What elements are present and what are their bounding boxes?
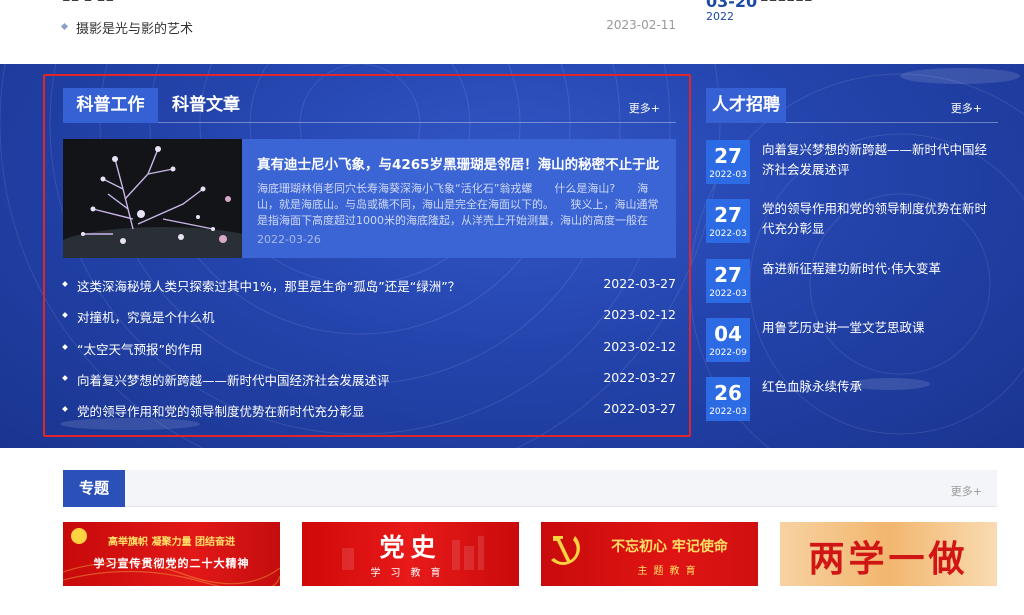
talent-item[interactable]: 27 2022-03 奋进新征程建功新时代·伟大变革 [706, 259, 998, 307]
talent-item-title[interactable]: 党的领导作用和党的领导制度优势在新时代充分彰显 [762, 199, 998, 239]
talent-item[interactable]: 27 2022-03 党的领导作用和党的领导制度优势在新时代充分彰显 [706, 199, 998, 247]
news-item[interactable]: 摄影是光与影的艺术 2023-02-11 [60, 18, 676, 38]
date-day: 27 [714, 263, 742, 287]
date-badge: 27 2022-03 [706, 259, 750, 303]
list-item-title[interactable]: 这类深海秘境人类只探索过其中1%，那里是生命“孤岛”还是“绿洲”？ [77, 276, 460, 295]
list-item[interactable]: “太空天气预报”的作用 2023-02-12 [62, 338, 676, 370]
coral-image [63, 139, 242, 258]
talent-item[interactable]: 26 2022-03 红色血脉永续传承 [706, 377, 998, 425]
prev-news-title[interactable]: ▪▪ ▪ ▪▪ [62, 0, 114, 5]
list-item-title[interactable]: 向着复兴梦想的新跨越——新时代中国经济社会发展述评 [77, 370, 390, 389]
tab-topics[interactable]: 专题 [63, 470, 125, 507]
date-year-month: 2022-03 [709, 170, 747, 180]
tab-science-work[interactable]: 科普工作 [63, 88, 158, 123]
top-news-strip: ▪▪ ▪ ▪▪ 摄影是光与影的艺术 2023-02-11 03-20 2022 … [0, 0, 1024, 64]
topics-header: 专题 更多+ [63, 470, 997, 507]
list-item-date: 2022-03-27 [603, 369, 676, 385]
news-item-title[interactable]: 摄影是光与影的艺术 [76, 18, 193, 37]
banner-two-studies-one-action[interactable]: 两学一做 [780, 522, 997, 586]
banner-decoration [63, 528, 280, 586]
featured-article-image[interactable] [63, 139, 242, 258]
list-item-title[interactable]: 党的领导作用和党的领导制度优势在新时代充分彰显 [77, 401, 365, 420]
date-day: 04 [714, 322, 742, 346]
tab-science-articles[interactable]: 科普文章 [163, 88, 249, 123]
list-item-date: 2022-03-27 [603, 401, 676, 417]
bullet-icon [60, 22, 69, 31]
featured-article[interactable]: 真有迪士尼小飞象，与4265岁黑珊瑚是邻居！海山的秘密不止于此 海底珊瑚林俏老同… [63, 139, 676, 258]
banner-line-1: 两学一做 [808, 538, 969, 580]
talent-item-title[interactable]: 红色血脉永续传承 [762, 377, 998, 397]
talent-item-title[interactable]: 用鲁艺历史讲一堂文艺思政课 [762, 318, 998, 338]
science-article-list: 这类深海秘境人类只探索过其中1%，那里是生命“孤岛”还是“绿洲”？ 2022-0… [62, 276, 676, 432]
featured-article-summary: 海底珊瑚林俏老同穴长寿海葵深海小飞象“活化石”翁戎螺 什么是海山? 海山，就是海… [257, 182, 659, 227]
banner-line-2: 学习宣传贯彻党的二十大精神 [93, 557, 250, 570]
list-item[interactable]: 对撞机，究竟是个什么机 2023-02-12 [62, 307, 676, 338]
talent-item[interactable]: 27 2022-03 向着复兴梦想的新跨越——新时代中国经济社会发展述评 [706, 140, 998, 188]
banner-line-2: 主题教育 [637, 566, 702, 577]
talent-item[interactable]: 04 2022-09 用鲁艺历史讲一堂文艺思政课 [706, 318, 998, 366]
list-item[interactable]: 党的领导作用和党的领导制度优势在新时代充分彰显 2022-03-27 [62, 401, 676, 432]
bullet-icon [62, 343, 68, 350]
banner-twentieth-congress[interactable]: 高举旗帜 凝聚力量 团结奋进 学习宣传贯彻党的二十大精神 [63, 522, 280, 586]
talent-more-link[interactable]: 更多+ [951, 100, 982, 116]
banner-line-1: 党史 [379, 533, 442, 562]
bullet-icon [62, 406, 68, 413]
featured-article-title[interactable]: 真有迪士尼小飞象，与4265岁黑珊瑚是邻居！海山的秘密不止于此 [257, 153, 667, 173]
science-more-link[interactable]: 更多+ [629, 100, 660, 116]
date-badge: 04 2022-09 [706, 318, 750, 362]
list-item[interactable]: 这类深海秘境人类只探索过其中1%，那里是生命“孤岛”还是“绿洲”？ 2022-0… [62, 276, 676, 307]
science-section: 科普工作 科普文章 更多+ 真有迪士尼小飞象，与4265岁黑珊瑚是邻居！海山的秘… [0, 64, 1024, 448]
list-item-title[interactable]: 对撞机，究竟是个什么机 [77, 307, 215, 326]
date-year-month: 2022-03 [709, 229, 747, 239]
list-item-date: 2022-03-27 [603, 276, 676, 291]
featured-article-date: 2022-03-26 [257, 233, 321, 246]
date-year-month: 2022-09 [709, 348, 747, 358]
banner-line-1: 不忘初心 牢记使命 [611, 539, 728, 555]
talent-header: 人才招聘 更多+ [706, 88, 998, 123]
date-year-month: 2022-03 [709, 407, 747, 417]
date-year-month: 2022-03 [709, 289, 747, 299]
banner-original-mission[interactable]: 不忘初心 牢记使命 主题教育 [541, 522, 758, 586]
science-tabs: 科普工作 科普文章 更多+ [63, 88, 676, 123]
banner-line-2: 学习教育 [370, 568, 451, 579]
date-badge: 27 2022-03 [706, 140, 750, 184]
date-badge: 26 2022-03 [706, 377, 750, 421]
topics-more-link[interactable]: 更多+ [951, 483, 982, 499]
date-badge: 27 2022-03 [706, 199, 750, 243]
date-day: 26 [714, 381, 742, 405]
news-item-date: 2023-02-11 [606, 18, 676, 32]
list-item-title[interactable]: “太空天气预报”的作用 [77, 339, 202, 358]
side-news-year: 2022 [706, 10, 734, 23]
list-item-date: 2023-02-12 [603, 338, 676, 354]
talent-item-title[interactable]: 奋进新征程建功新时代·伟大变革 [762, 259, 998, 279]
bullet-icon [62, 375, 68, 381]
bullet-icon [62, 312, 68, 319]
talent-item-title[interactable]: 向着复兴梦想的新跨越——新时代中国经济社会发展述评 [762, 140, 998, 180]
bullet-icon [62, 281, 68, 287]
date-day: 27 [714, 203, 742, 227]
banner-party-history[interactable]: 党史 学习教育 [302, 522, 519, 586]
banner-line-1: 高举旗帜 凝聚力量 团结奋进 [108, 537, 235, 548]
date-day: 27 [714, 144, 742, 168]
list-item-date: 2023-02-12 [603, 307, 676, 323]
list-item[interactable]: 向着复兴梦想的新跨越——新时代中国经济社会发展述评 2022-03-27 [62, 369, 676, 401]
tab-talent-recruitment[interactable]: 人才招聘 [706, 88, 786, 123]
side-news-title[interactable]: ▪▪▪▪▪▪ [760, 0, 813, 5]
